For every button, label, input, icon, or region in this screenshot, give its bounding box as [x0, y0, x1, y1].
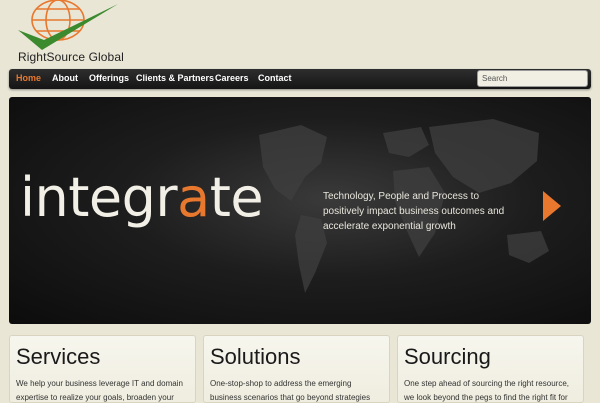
- solutions-text: One-stop-shop to address the emerging bu…: [210, 379, 371, 402]
- main-navigation: Home About Offerings Clients & Partners …: [9, 69, 591, 89]
- services-text: We help your business leverage IT and do…: [16, 379, 183, 402]
- sourcing-card[interactable]: Sourcing One step ahead of sourcing the …: [397, 335, 584, 403]
- search-input[interactable]: [477, 70, 588, 87]
- logo[interactable]: RightSource Global: [14, 0, 144, 64]
- nav-item-offerings[interactable]: Offerings: [89, 73, 129, 83]
- sourcing-text: One step ahead of sourcing the right res…: [404, 379, 569, 402]
- services-title: Services: [16, 344, 101, 369]
- hero-tagline: Technology, People and Process to positi…: [323, 191, 505, 232]
- hero-headline: integrate: [20, 166, 264, 229]
- nav-item-home[interactable]: Home: [16, 73, 41, 83]
- services-card[interactable]: Services We help your business leverage …: [9, 335, 196, 403]
- right-arrow-icon[interactable]: [541, 189, 563, 223]
- solutions-title: Solutions: [210, 344, 301, 369]
- globe-check-logo-icon: [18, 0, 118, 50]
- nav-item-clients-partners[interactable]: Clients & Partners: [136, 73, 214, 83]
- hero-headline-accent: a: [177, 166, 210, 229]
- nav-item-careers[interactable]: Careers: [215, 73, 249, 83]
- hero-banner: integrate Technology, People and Process…: [9, 97, 591, 324]
- nav-item-contact[interactable]: Contact: [258, 73, 292, 83]
- logo-text: RightSource Global: [18, 50, 124, 64]
- sourcing-title: Sourcing: [404, 344, 491, 369]
- solutions-card[interactable]: Solutions One-stop-shop to address the e…: [203, 335, 390, 403]
- nav-item-about[interactable]: About: [52, 73, 78, 83]
